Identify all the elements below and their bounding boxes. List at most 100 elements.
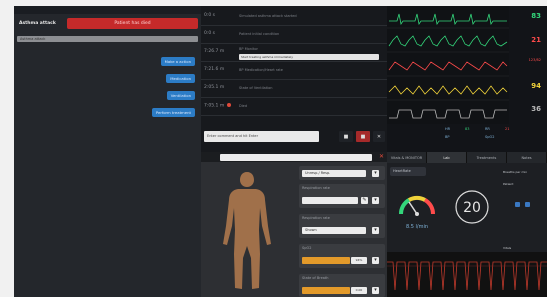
body-region-select[interactable]: [220, 154, 372, 161]
footer-label: RR: [485, 127, 490, 131]
tab-lab[interactable]: Lab: [427, 152, 467, 163]
control-card: Respiration rate Shown ▾: [299, 214, 385, 238]
gauge-mid: [408, 195, 426, 202]
record-button[interactable]: ■: [356, 131, 370, 142]
action-button[interactable]: Perform treatment: [151, 108, 195, 117]
tab-bar: Vitals & MONITOR Lab Treatments Notes: [387, 152, 547, 163]
spo2-value-box[interactable]: 94%: [351, 257, 367, 264]
body-panel: ✕ Unresp./ Resp. ▾ Respiration rate ✎ ▾ …: [201, 152, 387, 297]
close-icon[interactable]: ✕: [379, 153, 384, 160]
heart-rate-chip[interactable]: HeartRate: [390, 167, 426, 176]
dropdown-button[interactable]: ▾: [372, 257, 379, 264]
log-text: Patient initial condition: [239, 32, 280, 36]
log-text: Died: [239, 104, 248, 108]
control-select[interactable]: [302, 197, 358, 204]
status-button[interactable]: Patient has died: [67, 17, 198, 29]
log-time: 0:0 s: [204, 13, 216, 18]
control-card: Unresp./ Resp. ▾: [299, 166, 385, 180]
dropdown-button[interactable]: ▾: [372, 227, 379, 234]
footer-label: SpO2: [485, 135, 495, 139]
breath-value-box[interactable]: 0.00: [351, 287, 367, 294]
blue-button[interactable]: [525, 202, 530, 207]
etco2-value: 36: [531, 105, 541, 113]
monitor-footer: HR 83 RR 21 BP SpO2: [387, 124, 547, 152]
respiration-select[interactable]: Shown: [302, 227, 366, 234]
edit-button[interactable]: ✎: [361, 197, 368, 204]
consciousness-select[interactable]: Unresp./ Resp.: [302, 170, 366, 177]
log-row[interactable]: 0:0 s Patient initial condition: [201, 26, 387, 44]
tab-notes[interactable]: Notes: [507, 152, 547, 163]
log-row[interactable]: 7:05.1 m Died: [201, 98, 387, 116]
log-time-text: 7:05.1 m: [204, 103, 225, 109]
left-panel: Asthma attack Patient has died Asthma at…: [14, 14, 201, 297]
control-label: Respiration rate: [302, 186, 330, 190]
tab-vitals[interactable]: Vitals & MONITOR: [387, 152, 427, 163]
tab-treatments[interactable]: Treatments: [467, 152, 507, 163]
footer-label: HR: [445, 127, 451, 131]
control-card: SpO2 94% ▾: [299, 244, 385, 268]
blue-button[interactable]: [515, 202, 520, 207]
action-button[interactable]: Make a action: [160, 57, 195, 66]
log-text: BP Medication/Heart rate: [239, 68, 283, 72]
breath-label: Breaths per min: [503, 170, 528, 174]
spo2-value: 94: [531, 82, 541, 90]
control-label: Respiration rate: [302, 216, 330, 220]
bp-value: 123/82: [528, 58, 541, 62]
log-row[interactable]: 2:05.1 m State of Ventilation: [201, 80, 387, 98]
control-card: State of Breath 0.00 ▾: [299, 274, 385, 297]
flow-gauge-icon: 8.5 l/min: [398, 195, 436, 230]
dropdown-button[interactable]: ▾: [372, 197, 379, 204]
ring-value: 20: [463, 200, 481, 216]
log-text: BP Monitor: [239, 47, 258, 51]
body-figure-icon[interactable]: [205, 168, 289, 296]
log-row[interactable]: 0:0 s Simulated asthma attack started: [201, 8, 387, 26]
stop-button[interactable]: ■: [339, 131, 353, 142]
breath-ring-icon: 20: [455, 190, 489, 224]
side-label: Vitals: [503, 246, 512, 250]
waveform-display: [387, 6, 509, 124]
log-note-input[interactable]: Start treating asthma immediately: [239, 54, 379, 60]
log-time: 0:0 s: [204, 31, 216, 36]
hr-value: 83: [531, 12, 541, 20]
log-time: 7:26.7 m: [204, 49, 225, 54]
log-row[interactable]: 7:26.7 m BP Monitor Start treating asthm…: [201, 44, 387, 62]
left-search-field[interactable]: Asthma attack: [17, 36, 198, 42]
action-button[interactable]: Ventilation: [166, 91, 195, 100]
log-panel: 0:0 s Simulated asthma attack started 0:…: [201, 6, 387, 152]
gauge-hub: [415, 212, 419, 216]
body-silhouette: [223, 172, 271, 289]
breath-bar[interactable]: [302, 287, 350, 294]
patient-title: Asthma attack: [19, 20, 56, 26]
gauge-value: 8.5 l/min: [406, 224, 428, 230]
gauge-high: [423, 198, 436, 215]
log-time: 7:21.6 m: [204, 67, 225, 72]
control-label: SpO2: [302, 246, 312, 250]
dropdown-button[interactable]: ▾: [372, 287, 379, 294]
app-window: Asthma attack Patient has died Asthma at…: [14, 6, 547, 297]
vitals-monitor: 83 21 123/82 94 36 HR 83 RR 21 BP SpO2: [387, 6, 547, 152]
log-row[interactable]: 7:21.6 m BP Medication/Heart rate: [201, 62, 387, 80]
log-text: State of Ventilation: [239, 86, 273, 90]
death-dot-icon: [227, 103, 232, 107]
dropdown-button[interactable]: ▾: [372, 170, 379, 177]
subheader: HeartRate Breaths per min: [387, 163, 547, 179]
log-time: 7:05.1 m: [204, 103, 232, 109]
footer-value: 21: [505, 127, 510, 131]
body-topbar: ✕: [201, 152, 387, 162]
gauge-low: [398, 198, 411, 215]
ecg-strip: [387, 252, 547, 297]
action-button[interactable]: Medication: [166, 74, 195, 83]
left-header: Asthma attack Patient has died: [17, 16, 198, 30]
spo2-bar[interactable]: [302, 257, 350, 264]
right-panel: Vitals & MONITOR Lab Treatments Notes He…: [387, 152, 547, 297]
footer-label: BP: [445, 135, 450, 139]
comment-input[interactable]: Enter comment and hit Enter: [204, 131, 319, 142]
log-text: Simulated asthma attack started: [239, 14, 297, 18]
clear-button[interactable]: ✕: [373, 131, 385, 142]
rr-value: 21: [531, 36, 541, 44]
control-card: Respiration rate ✎ ▾: [299, 184, 385, 208]
ecg-strip-line: [387, 261, 547, 291]
log-time: 2:05.1 m: [204, 85, 225, 90]
side-label: Patient: [503, 182, 514, 186]
gauge-needle: [408, 201, 418, 215]
